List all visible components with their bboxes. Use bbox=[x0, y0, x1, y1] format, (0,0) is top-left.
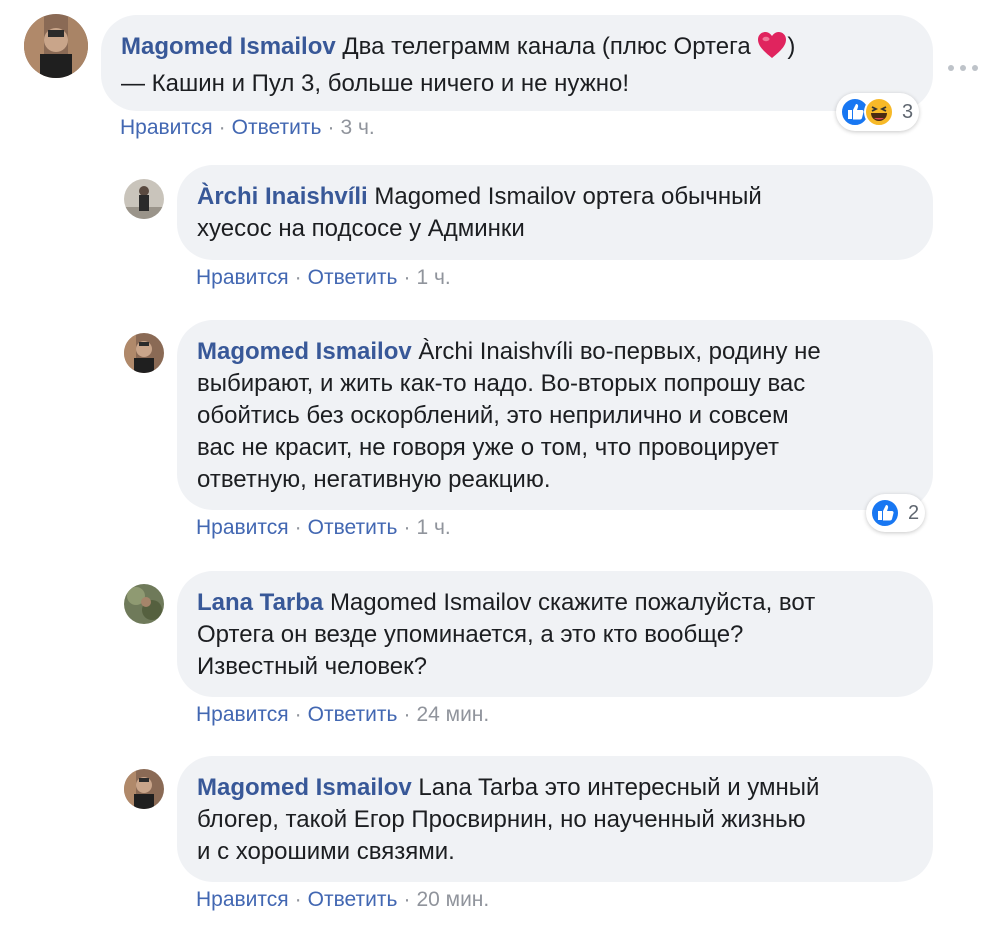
heart-icon bbox=[757, 31, 787, 68]
comment-bubble: Magomed Ismailov Lana Tarba это интересн… bbox=[177, 756, 933, 882]
reactions-count: 3 bbox=[902, 100, 914, 123]
like-button[interactable]: Нравится bbox=[196, 266, 289, 289]
avatar[interactable] bbox=[124, 333, 164, 373]
comment-bubble: Lana Tarba Magomed Ismailov скажите пожа… bbox=[177, 571, 933, 697]
comment-text-line: блогер, такой Егор Просвирнин, но научен… bbox=[197, 806, 806, 833]
separator: · bbox=[294, 266, 302, 289]
comment-bubble: Àrchi Inaishvíli Magomed Ismailov ортега… bbox=[177, 165, 933, 260]
reactions-count: 2 bbox=[908, 501, 920, 524]
mention-link[interactable]: Lana Tarba bbox=[418, 774, 538, 801]
separator: · bbox=[327, 116, 335, 139]
avatar[interactable] bbox=[24, 14, 88, 78]
comment-text-line: Ортега он везде упоминается, а это кто в… bbox=[197, 621, 744, 648]
mention-link[interactable]: Àrchi Inaishvíli bbox=[418, 338, 573, 365]
comment-text: во-первых, родину не bbox=[579, 338, 821, 365]
avatar[interactable] bbox=[124, 179, 164, 219]
comment-text-line: выбирают, и жить как-то надо. Во-вторых … bbox=[197, 370, 806, 397]
comment-text-line: обойтись без оскорблений, это неприлично… bbox=[197, 402, 789, 429]
reply-button[interactable]: Ответить bbox=[308, 266, 398, 289]
reply-button[interactable]: Ответить bbox=[308, 703, 398, 726]
comment-text: Два телеграмм канала (плюс Ортега bbox=[342, 33, 751, 60]
comment-time[interactable]: 24 мин. bbox=[416, 703, 489, 726]
comment-actions: Нравится · Ответить · 24 мин. bbox=[196, 703, 489, 727]
avatar[interactable] bbox=[124, 584, 164, 624]
separator: · bbox=[218, 116, 226, 139]
comment-text-line: — Кашин и Пул 3, больше ничего и не нужн… bbox=[121, 70, 630, 97]
more-options-icon[interactable] bbox=[948, 58, 978, 78]
reactions-summary[interactable]: 2 bbox=[866, 494, 926, 532]
reply-button[interactable]: Ответить bbox=[308, 888, 398, 911]
separator: · bbox=[403, 888, 411, 911]
like-button[interactable]: Нравится bbox=[196, 516, 289, 539]
like-icon bbox=[870, 498, 900, 528]
mention-link[interactable]: Magomed Ismailov bbox=[374, 183, 575, 210]
comment-author[interactable]: Lana Tarba bbox=[197, 589, 323, 616]
reactions-summary[interactable]: 3 bbox=[836, 93, 920, 131]
comment-actions: Нравится · Ответить · 1 ч. bbox=[196, 266, 451, 290]
comment-text: это интересный и умный bbox=[544, 774, 820, 801]
comment-text-line: и с хорошими связями. bbox=[197, 838, 455, 865]
comment-actions: Нравится · Ответить · 1 ч. bbox=[196, 516, 451, 540]
comment-text: ортега обычный bbox=[582, 183, 762, 210]
separator: · bbox=[294, 703, 302, 726]
comment-time[interactable]: 3 ч. bbox=[340, 116, 374, 139]
comment-text-line: Известный человек? bbox=[197, 653, 428, 680]
comment-time[interactable]: 1 ч. bbox=[416, 266, 450, 289]
separator: · bbox=[294, 516, 302, 539]
mention-link[interactable]: Magomed Ismailov bbox=[330, 589, 531, 616]
comment-time[interactable]: 20 мин. bbox=[416, 888, 489, 911]
like-button[interactable]: Нравится bbox=[120, 116, 213, 139]
comment-text-end: ) bbox=[787, 33, 796, 60]
separator: · bbox=[403, 516, 411, 539]
comment-text-line: вас не красит, не говоря уже о том, что … bbox=[197, 434, 779, 461]
comment-actions: Нравится · Ответить · 20 мин. bbox=[196, 888, 489, 912]
comment-bubble: Magomed Ismailov Два телеграмм канала (п… bbox=[101, 15, 933, 111]
comment-text-line: хуесос на подсосе у Админки bbox=[197, 215, 525, 242]
separator: · bbox=[294, 888, 302, 911]
comment-author[interactable]: Magomed Ismailov bbox=[121, 33, 336, 60]
reply-button[interactable]: Ответить bbox=[232, 116, 322, 139]
comment-text-line: ответную, негативную реакцию. bbox=[197, 466, 551, 493]
comment-bubble: Magomed Ismailov Àrchi Inaishvíli во-пер… bbox=[177, 320, 933, 510]
comment-author[interactable]: Àrchi Inaishvíli bbox=[197, 183, 368, 210]
comment-text: скажите пожалуйста, вот bbox=[538, 589, 816, 616]
comment-author[interactable]: Magomed Ismailov bbox=[197, 774, 412, 801]
comment-author[interactable]: Magomed Ismailov bbox=[197, 338, 412, 365]
reply-button[interactable]: Ответить bbox=[308, 516, 398, 539]
avatar[interactable] bbox=[124, 769, 164, 809]
separator: · bbox=[403, 266, 411, 289]
comment-time[interactable]: 1 ч. bbox=[416, 516, 450, 539]
comment-actions: Нравится · Ответить · 3 ч. bbox=[120, 116, 375, 140]
like-button[interactable]: Нравится bbox=[196, 703, 289, 726]
haha-icon bbox=[864, 97, 894, 127]
like-button[interactable]: Нравится bbox=[196, 888, 289, 911]
separator: · bbox=[403, 703, 411, 726]
